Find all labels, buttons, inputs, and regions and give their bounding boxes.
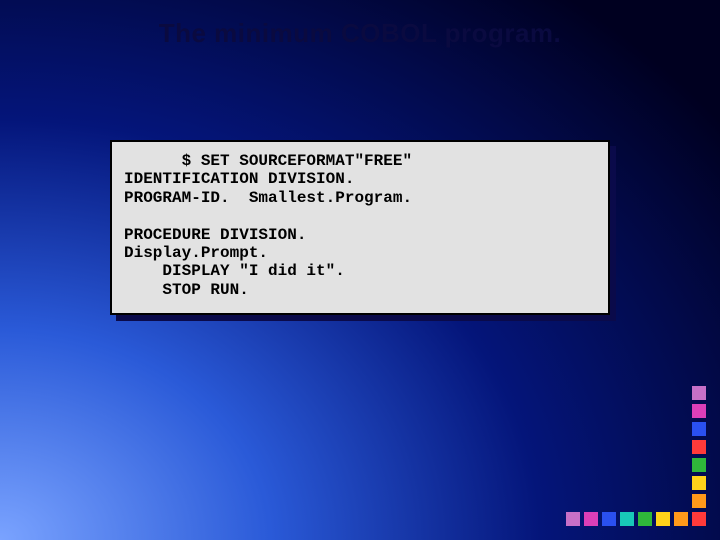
deco-square: [584, 512, 598, 526]
deco-square: [692, 476, 706, 490]
deco-square: [656, 512, 670, 526]
code-container: $ SET SOURCEFORMAT"FREE" IDENTIFICATION …: [110, 140, 610, 315]
code-box: $ SET SOURCEFORMAT"FREE" IDENTIFICATION …: [110, 140, 610, 315]
deco-square: [692, 386, 706, 400]
slide-title: The minimum COBOL program.: [0, 18, 720, 49]
deco-square: [620, 512, 634, 526]
code-text: $ SET SOURCEFORMAT"FREE" IDENTIFICATION …: [124, 152, 596, 299]
deco-square: [692, 404, 706, 418]
deco-square: [674, 512, 688, 526]
deco-square: [692, 494, 706, 508]
deco-square: [566, 512, 580, 526]
deco-square: [602, 512, 616, 526]
deco-square: [692, 422, 706, 436]
deco-square: [692, 512, 706, 526]
deco-square: [692, 440, 706, 454]
deco-square: [692, 458, 706, 472]
deco-square: [638, 512, 652, 526]
